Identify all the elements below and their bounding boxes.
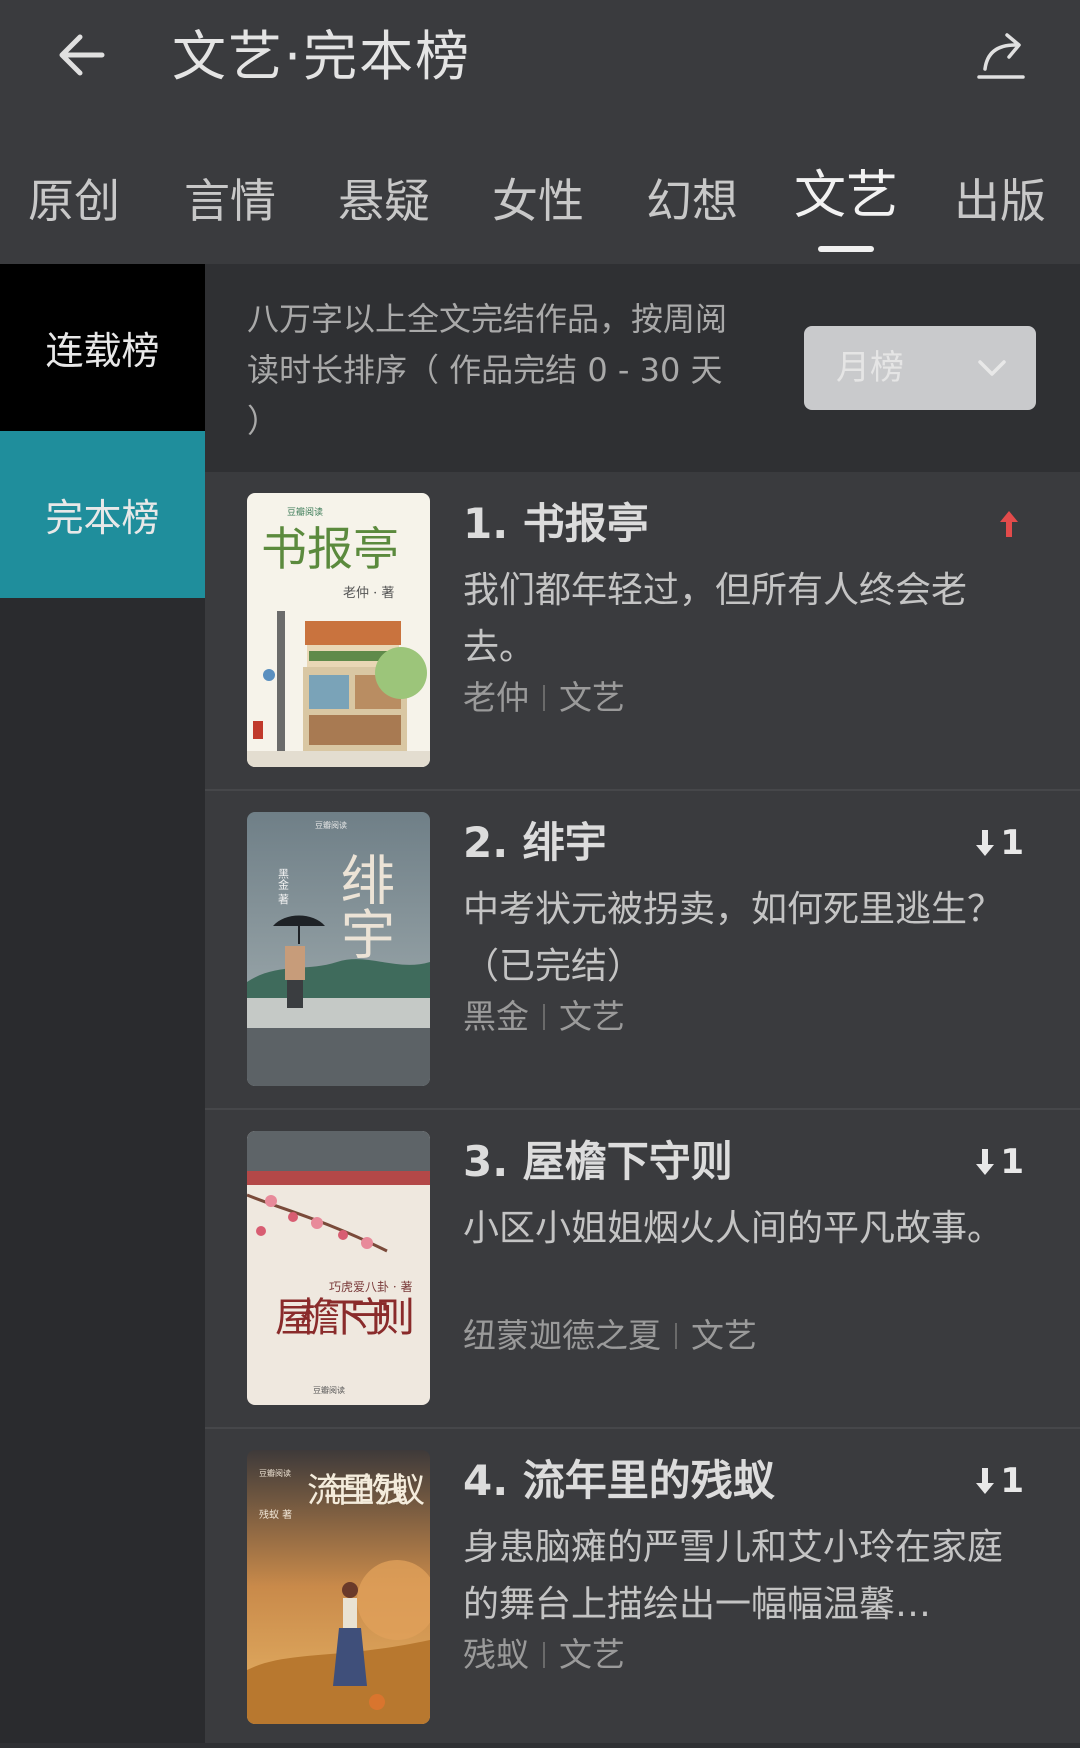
svg-text:豆瓣阅读: 豆瓣阅读 — [315, 820, 347, 830]
ranking-description: 八万字以上全文完结作品，按周阅读时长排序（ 作品完结 0 - 30 天 ） — [247, 300, 728, 440]
svg-text:残蚁 著: 残蚁 著 — [259, 1508, 292, 1521]
book-author: 黑金 — [463, 997, 529, 1036]
ranking-description-bar: 八万字以上全文完结作品，按周阅读时长排序（ 作品完结 0 - 30 天 ） 月榜 — [205, 264, 1080, 472]
svg-text:豆瓣阅读: 豆瓣阅读 — [259, 1468, 291, 1478]
book-meta: 老仲 文艺 — [463, 668, 625, 728]
top-app-bar: 文艺·完本榜 原创 言情 悬疑 女性 幻想 文艺 出版 — [0, 0, 1080, 264]
back-button[interactable] — [48, 22, 114, 88]
share-button[interactable] — [968, 22, 1034, 88]
book-genre: 文艺 — [691, 1316, 757, 1355]
book-title: 1. 书报亭 — [463, 499, 649, 548]
chevron-down-icon — [978, 360, 1006, 376]
svg-text:流年里的残蚁: 流年里的残蚁 — [307, 1471, 425, 1511]
ranking-content: 八万字以上全文完结作品，按周阅读时长排序（ 作品完结 0 - 30 天 ） 月榜… — [205, 264, 1080, 1743]
book-author: 老仲 — [463, 678, 529, 717]
svg-text:老仲 · 著: 老仲 · 著 — [343, 586, 394, 601]
book-blurb: 中考状元被拐卖，如何死里逃生？（已完结） — [463, 889, 1003, 987]
rank-change: 1 — [1000, 1461, 1024, 1501]
book-blurb: 小区小姐姐烟火人间的平凡故事。 — [463, 1208, 1003, 1249]
ranking-sidebar: 连载榜 完本榜 — [0, 264, 205, 1743]
tab-female[interactable]: 女性 — [492, 160, 584, 264]
rank-change: 1 — [1000, 823, 1024, 863]
book-cover: 豆瓣阅读 黑金 著 绯宇 — [247, 812, 430, 1086]
book-genre: 文艺 — [559, 1635, 625, 1674]
category-tabs: 原创 言情 悬疑 女性 幻想 文艺 出版 — [0, 160, 1080, 264]
tab-suspense[interactable]: 悬疑 — [338, 160, 430, 264]
active-tab-indicator — [818, 246, 874, 252]
rank-trend-up — [998, 502, 1024, 546]
book-list-item[interactable]: 豆瓣阅读 书报亭 老仲 · 著 1. 书报亭 我们都年轻过，但所有人终会老去。 … — [205, 472, 1080, 791]
arrow-up-icon — [1000, 511, 1018, 537]
tab-romance[interactable]: 言情 — [184, 160, 276, 264]
book-title: 2. 绯宇 — [463, 818, 607, 867]
svg-text:豆瓣阅读: 豆瓣阅读 — [313, 1385, 345, 1395]
tab-original[interactable]: 原创 — [28, 160, 120, 264]
period-selected: 月榜 — [836, 348, 904, 388]
book-meta: 纽蒙迦德之夏 文艺 — [463, 1306, 757, 1366]
arrow-down-icon — [976, 1468, 995, 1494]
book-author: 纽蒙迦德之夏 — [463, 1316, 661, 1355]
book-genre: 文艺 — [559, 678, 625, 717]
rank-trend-down: 1 — [974, 821, 1024, 865]
svg-text:巧虎爱八卦 · 著: 巧虎爱八卦 · 著 — [329, 1280, 412, 1294]
tab-published[interactable]: 出版 — [954, 160, 1046, 264]
book-blurb: 身患脑瘫的严雪儿和艾小玲在家庭的舞台上描绘出一幅幅温馨… — [463, 1527, 1003, 1625]
book-meta: 残蚁 文艺 — [463, 1625, 625, 1685]
share-icon — [977, 33, 1025, 79]
book-genre: 文艺 — [559, 997, 625, 1036]
rank-trend-down: 1 — [974, 1459, 1024, 1503]
book-list-item[interactable]: 豆瓣阅读 黑金 著 绯宇 2. 绯宇 1 中考状元被拐卖，如何死里逃生？（已完结… — [205, 791, 1080, 1110]
meta-divider — [675, 1323, 677, 1349]
book-author: 残蚁 — [463, 1635, 529, 1674]
period-dropdown[interactable]: 月榜 — [804, 326, 1036, 410]
meta-divider — [543, 685, 545, 711]
sidebar-item-finished[interactable]: 完本榜 — [0, 431, 205, 598]
book-blurb: 我们都年轻过，但所有人终会老去。 — [463, 570, 968, 668]
arrow-left-icon — [59, 34, 105, 76]
svg-text:书报亭: 书报亭 — [261, 522, 399, 576]
svg-text:绯宇: 绯宇 — [332, 852, 395, 960]
sidebar-item-serial[interactable]: 连载榜 — [0, 264, 205, 431]
book-list-item[interactable]: 豆瓣阅读 残蚁 著 流年里的残蚁 4. 流年里的残蚁 1 身患脑瘫的严雪儿和艾小… — [205, 1429, 1080, 1748]
book-cover: 豆瓣阅读 残蚁 著 流年里的残蚁 — [247, 1450, 430, 1724]
rank-trend-down: 1 — [974, 1140, 1024, 1184]
rank-change: 1 — [1000, 1142, 1024, 1182]
page-title: 文艺·完本榜 — [172, 25, 472, 88]
svg-text:屋檐下守则: 屋檐下守则 — [275, 1295, 415, 1341]
meta-divider — [543, 1642, 545, 1668]
tab-fantasy[interactable]: 幻想 — [646, 160, 738, 264]
meta-divider — [543, 1004, 545, 1030]
book-cover: 巧虎爱八卦 · 著 屋檐下守则 豆瓣阅读 — [247, 1131, 430, 1405]
arrow-down-icon — [976, 830, 995, 856]
arrow-down-icon — [976, 1149, 995, 1175]
book-list-item[interactable]: 巧虎爱八卦 · 著 屋檐下守则 豆瓣阅读 3. 屋檐下守则 1 小区小姐姐烟火人… — [205, 1110, 1080, 1429]
svg-text:黑金 著: 黑金 著 — [277, 868, 290, 905]
book-cover: 豆瓣阅读 书报亭 老仲 · 著 — [247, 493, 430, 767]
svg-text:豆瓣阅读: 豆瓣阅读 — [287, 506, 323, 518]
book-meta: 黑金 文艺 — [463, 987, 625, 1047]
book-title: 4. 流年里的残蚁 — [463, 1456, 775, 1505]
book-title: 3. 屋檐下守则 — [463, 1137, 733, 1186]
